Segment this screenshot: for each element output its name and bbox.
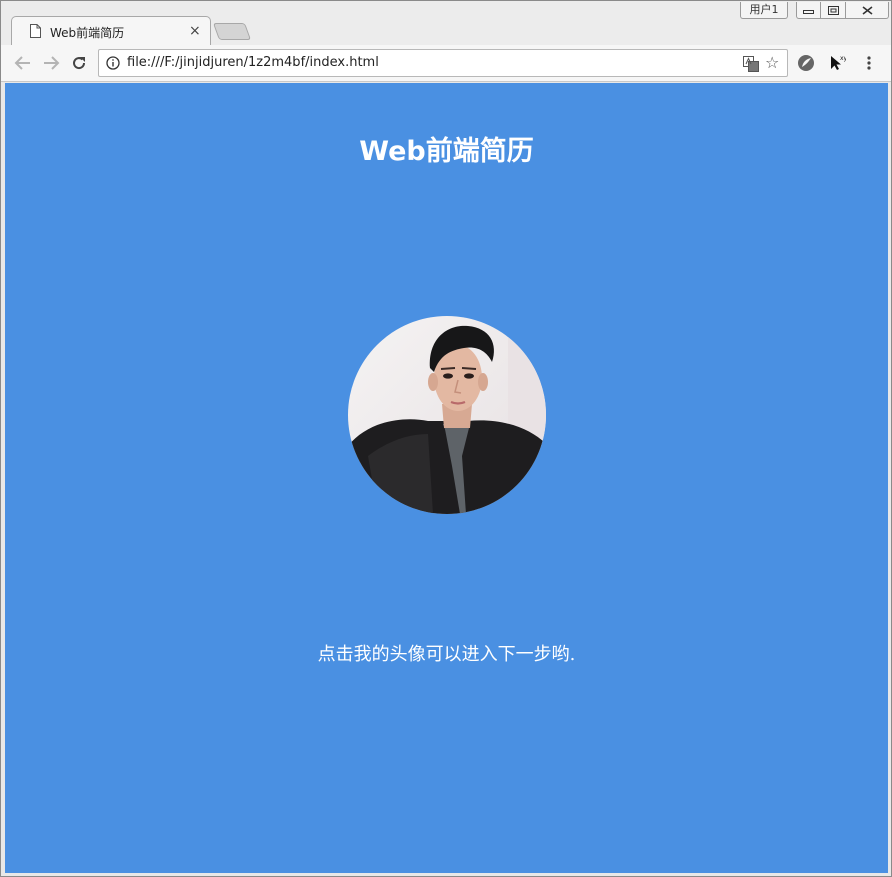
back-button[interactable] xyxy=(13,53,33,73)
restore-icon xyxy=(827,5,839,15)
avatar[interactable] xyxy=(348,316,546,514)
document-icon xyxy=(30,24,41,38)
svg-text:xy: xy xyxy=(840,55,846,62)
tab-close-icon[interactable]: × xyxy=(189,23,201,39)
cursor-extension-icon: xy xyxy=(831,55,846,70)
new-tab-button[interactable] xyxy=(212,23,252,40)
menu-button[interactable] xyxy=(859,53,879,73)
back-icon xyxy=(14,56,30,70)
close-icon xyxy=(862,5,872,15)
toolbar: file:///F:/jinjidjuren/1z2m4bf/index.htm… xyxy=(1,45,891,82)
url-text[interactable]: file:///F:/jinjidjuren/1z2m4bf/index.htm… xyxy=(127,55,379,70)
cursor-extension-button[interactable]: xy xyxy=(827,53,847,73)
page-content: Web前端简历 点击我的头像可以进入下一步哟. xyxy=(5,83,888,873)
profile-button[interactable]: 用户1 xyxy=(740,2,788,19)
reload-button[interactable] xyxy=(69,53,89,73)
avatar-photo xyxy=(348,316,546,514)
close-window-button[interactable] xyxy=(845,2,889,19)
tab-title: Web前端简历 xyxy=(50,26,125,40)
maximize-button[interactable] xyxy=(820,2,846,19)
translate-icon[interactable] xyxy=(743,56,759,72)
extension-button[interactable] xyxy=(796,53,816,73)
minimize-button[interactable] xyxy=(796,2,821,19)
forward-icon xyxy=(44,56,60,70)
browser-window: 用户1 Web前端简历 × file:///F:/jinjidjuren/1z2… xyxy=(0,0,892,877)
forward-button[interactable] xyxy=(41,53,61,73)
minimize-icon xyxy=(803,10,814,14)
tab-active[interactable]: Web前端简历 × xyxy=(11,16,211,46)
reload-icon xyxy=(73,57,86,70)
extension-icon xyxy=(798,55,814,71)
info-icon[interactable] xyxy=(106,56,120,70)
tab-strip: 用户1 Web前端简历 × xyxy=(1,1,891,46)
address-bar[interactable]: file:///F:/jinjidjuren/1z2m4bf/index.htm… xyxy=(98,49,788,77)
menu-icon xyxy=(867,56,871,70)
star-icon[interactable]: ☆ xyxy=(765,54,779,72)
hint-text: 点击我的头像可以进入下一步哟. xyxy=(317,644,576,665)
page-title: Web前端简历 xyxy=(359,136,534,167)
